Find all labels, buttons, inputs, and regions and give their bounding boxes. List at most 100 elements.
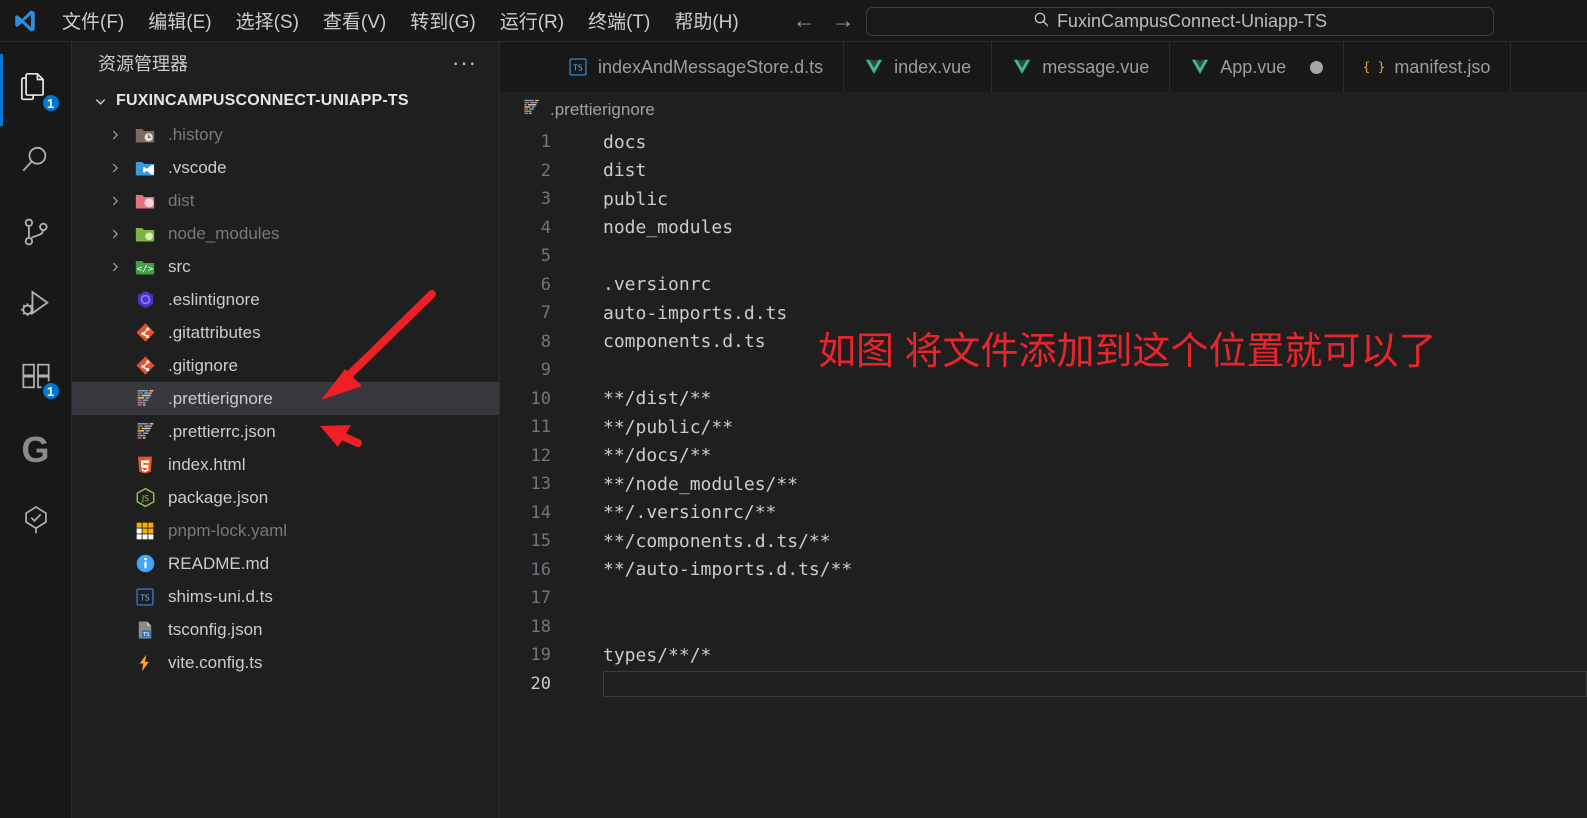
tree-item-label: dist (168, 190, 195, 210)
code-line[interactable]: 14 **/.versionrc/** (500, 499, 1587, 528)
menu-help[interactable]: 帮助(H) (662, 3, 750, 38)
code-line[interactable]: 16 **/auto-imports.d.ts/** (500, 556, 1587, 585)
menu-file[interactable]: 文件(F) (50, 3, 136, 38)
tree-file-row[interactable]: JS package.json (72, 481, 499, 514)
code-line[interactable]: 18 (500, 613, 1587, 642)
code-line[interactable]: 5 (500, 242, 1587, 271)
code-line-text: **/node_modules/** (603, 473, 799, 495)
source-control-icon (19, 215, 53, 254)
chevron-right-icon[interactable] (102, 227, 128, 241)
explorer-root-folder[interactable]: FUXINCAMPUSCONNECT-UNIAPP-TS (72, 84, 499, 118)
line-number: 10 (530, 388, 551, 409)
code-line[interactable]: 20 (500, 670, 1587, 699)
activity-item-todo-tree[interactable] (0, 486, 72, 558)
chevron-down-icon (88, 94, 112, 109)
editor-tab[interactable]: index.vue (844, 42, 993, 92)
chevron-right-icon[interactable] (102, 260, 128, 274)
line-number: 17 (530, 588, 551, 609)
code-line[interactable]: 3 public (500, 185, 1587, 214)
tree-item-label: shims-uni.d.ts (168, 586, 273, 606)
code-line[interactable]: 13 **/node_modules/** (500, 470, 1587, 499)
breadcrumb[interactable]: .prettierignore (500, 92, 1587, 128)
code-line[interactable]: 6 .versionrc (500, 271, 1587, 300)
tree-file-row[interactable]: .prettierignore (72, 382, 499, 415)
more-actions-icon[interactable]: ··· (452, 52, 477, 74)
activity-item-extensions[interactable]: 1 (0, 342, 72, 414)
editor-tab[interactable]: message.vue (992, 42, 1171, 92)
unsaved-dot-icon[interactable] (1310, 60, 1324, 74)
activity-item-run-debug[interactable] (0, 270, 72, 342)
tsconfig-icon: TS (128, 620, 162, 640)
tree-folder-row[interactable]: .vscode (72, 151, 499, 184)
back-arrow-icon[interactable]: ← (793, 9, 816, 32)
activity-item-search[interactable] (0, 126, 72, 198)
code-line[interactable]: 8 components.d.ts (500, 328, 1587, 357)
chevron-right-icon[interactable] (102, 194, 128, 208)
code-line[interactable]: 9 (500, 356, 1587, 385)
folder-dist-icon (128, 190, 162, 212)
html5-icon (128, 455, 162, 475)
line-number: 9 (540, 360, 551, 381)
activity-item-explorer[interactable]: 1 (0, 54, 72, 126)
tree-file-row[interactable]: index.html (72, 448, 499, 481)
editor-tab-label: index.vue (894, 56, 972, 77)
code-line[interactable]: 15 **/components.d.ts/** (500, 527, 1587, 556)
explorer-badge: 1 (40, 93, 61, 113)
code-line-text: **/auto-imports.d.ts/** (603, 559, 853, 581)
tree-file-row[interactable]: pnpm-lock.yaml (72, 514, 499, 547)
code-line-text: node_modules (603, 217, 734, 239)
tree-file-row[interactable]: TS shims-uni.d.ts (72, 580, 499, 613)
code-editor[interactable]: 1 docs 2 dist 3 public 4 node_modules 5 6 .version… (500, 128, 1587, 818)
chevron-right-icon[interactable] (102, 128, 128, 142)
editor-tab[interactable]: App.vue (1170, 42, 1345, 92)
chevron-right-icon[interactable] (102, 161, 128, 175)
tree-file-row[interactable]: vite.config.ts (72, 646, 499, 679)
nodejs-icon: JS (128, 487, 162, 508)
editor-tab[interactable]: TS indexAndMessageStore.d.ts (548, 42, 845, 92)
code-line[interactable]: 11 **/public/** (500, 413, 1587, 442)
tree-folder-row[interactable]: </> src (72, 250, 499, 283)
tree-file-row[interactable]: .eslintignore (72, 283, 499, 316)
svg-text:{ }: { } (1364, 59, 1384, 74)
menu-go[interactable]: 转到(G) (398, 3, 487, 38)
menu-run[interactable]: 运行(R) (488, 3, 576, 38)
code-line[interactable]: 7 auto-imports.d.ts (500, 299, 1587, 328)
tree-file-row[interactable]: .gitignore (72, 349, 499, 382)
menu-selection[interactable]: 选择(S) (224, 3, 311, 38)
editor-tab-label: App.vue (1220, 56, 1287, 77)
code-line[interactable]: 10 **/dist/** (500, 385, 1587, 414)
code-line[interactable]: 1 docs (500, 128, 1587, 157)
activity-item-gitlens[interactable]: G (0, 414, 72, 486)
code-line-text: components.d.ts (603, 331, 766, 353)
menu-edit[interactable]: 编辑(E) (136, 3, 223, 38)
tree-file-row[interactable]: README.md (72, 547, 499, 580)
code-line-text: auto-imports.d.ts (603, 302, 788, 324)
tree-item-label: .eslintignore (168, 289, 260, 309)
command-center[interactable]: FuxinCampusConnect-Uniapp-TS (866, 7, 1494, 36)
code-line-text: types/**/* (603, 644, 712, 666)
tree-folder-row[interactable]: node_modules (72, 217, 499, 250)
folder-src-icon: </> (128, 256, 162, 278)
editor-tab-label: indexAndMessageStore.d.ts (598, 56, 824, 77)
tree-file-row[interactable]: TS tsconfig.json (72, 613, 499, 646)
tree-folder-row[interactable]: .history (72, 118, 499, 151)
tree-file-row[interactable]: .prettierrc.json (72, 415, 499, 448)
code-line[interactable]: 17 (500, 584, 1587, 613)
code-line[interactable]: 4 node_modules (500, 214, 1587, 243)
tree-file-row[interactable]: .gitattributes (72, 316, 499, 349)
line-number: 2 (540, 160, 551, 181)
forward-arrow-icon[interactable]: → (832, 9, 855, 32)
activity-bar: 1 1 G (0, 42, 72, 818)
code-line[interactable]: 19 types/**/* (500, 641, 1587, 670)
activity-item-source-control[interactable] (0, 198, 72, 270)
menu-view[interactable]: 查看(V) (311, 3, 398, 38)
code-line[interactable]: 2 dist (500, 157, 1587, 186)
tree-folder-row[interactable]: dist (72, 184, 499, 217)
code-line-text: public (603, 188, 669, 210)
editor-tab[interactable]: { } manifest.jso (1344, 42, 1512, 92)
tree-item-label: node_modules (168, 223, 280, 243)
code-line-text: docs (603, 131, 647, 153)
code-line[interactable]: 12 **/docs/** (500, 442, 1587, 471)
tree-check-icon (19, 503, 53, 542)
menu-terminal[interactable]: 终端(T) (576, 3, 662, 38)
